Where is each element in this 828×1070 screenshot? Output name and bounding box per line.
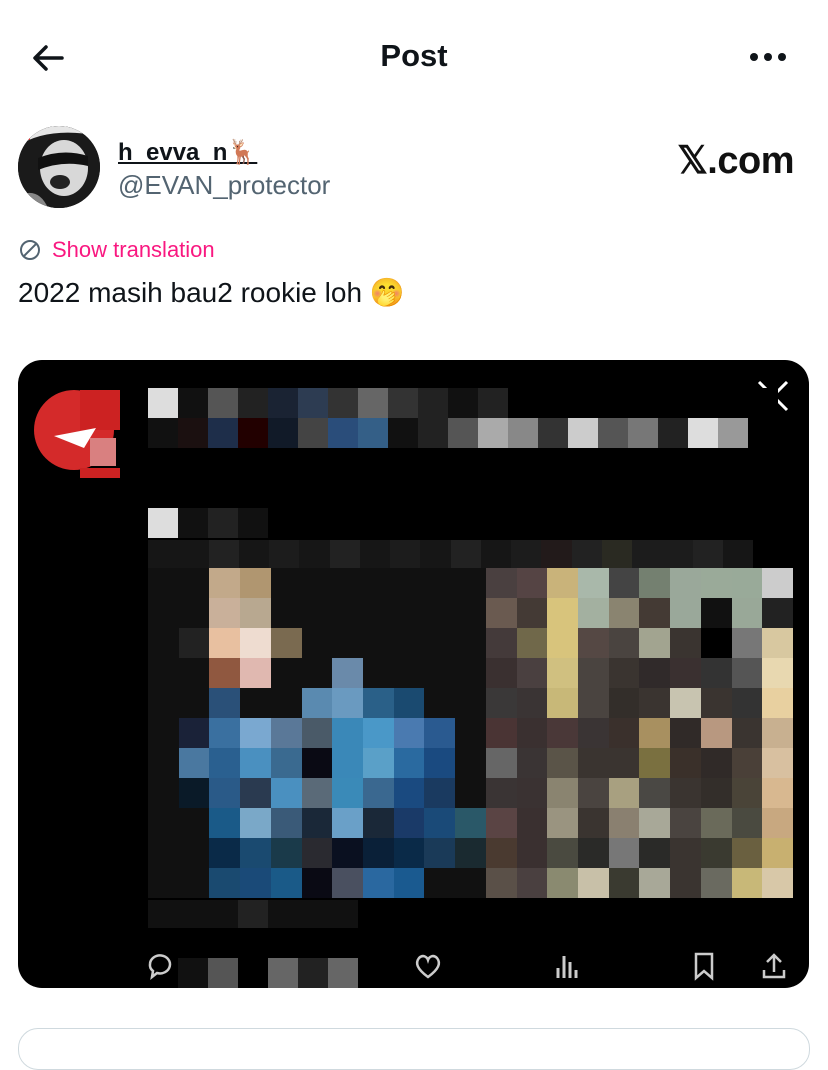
embedded-media[interactable]: [18, 360, 809, 988]
app-header: Post: [0, 0, 828, 115]
post-text: 2022 masih bau2 rookie loh 🤭: [18, 277, 405, 308]
obscured-caption-pixels: [148, 540, 753, 570]
bookmark-icon[interactable]: [688, 950, 720, 982]
author-display-name[interactable]: h_evva_n🦌: [118, 138, 257, 167]
obscured-text-pixels: [148, 508, 268, 538]
show-translation-label: Show translation: [52, 237, 215, 262]
next-card-edge: [18, 1028, 810, 1070]
x-com-watermark: 𝕏.com: [677, 140, 794, 182]
source-logo-icon: [34, 390, 120, 478]
views-icon[interactable]: [552, 950, 584, 982]
author-avatar[interactable]: [18, 126, 100, 208]
show-translation-link[interactable]: Show translation: [18, 236, 215, 264]
globe-icon: [20, 240, 40, 260]
like-icon[interactable]: [412, 950, 444, 982]
page-title: Post: [380, 38, 448, 73]
more-options-icon[interactable]: [748, 42, 788, 72]
share-icon[interactable]: [758, 950, 790, 982]
obscured-photo-pixels: [148, 568, 793, 898]
obscured-header-pixels: [148, 388, 778, 448]
obscured-date-pixels: [148, 900, 358, 928]
reply-icon[interactable]: [144, 950, 176, 982]
author-handle[interactable]: @EVAN_protector: [118, 170, 330, 201]
